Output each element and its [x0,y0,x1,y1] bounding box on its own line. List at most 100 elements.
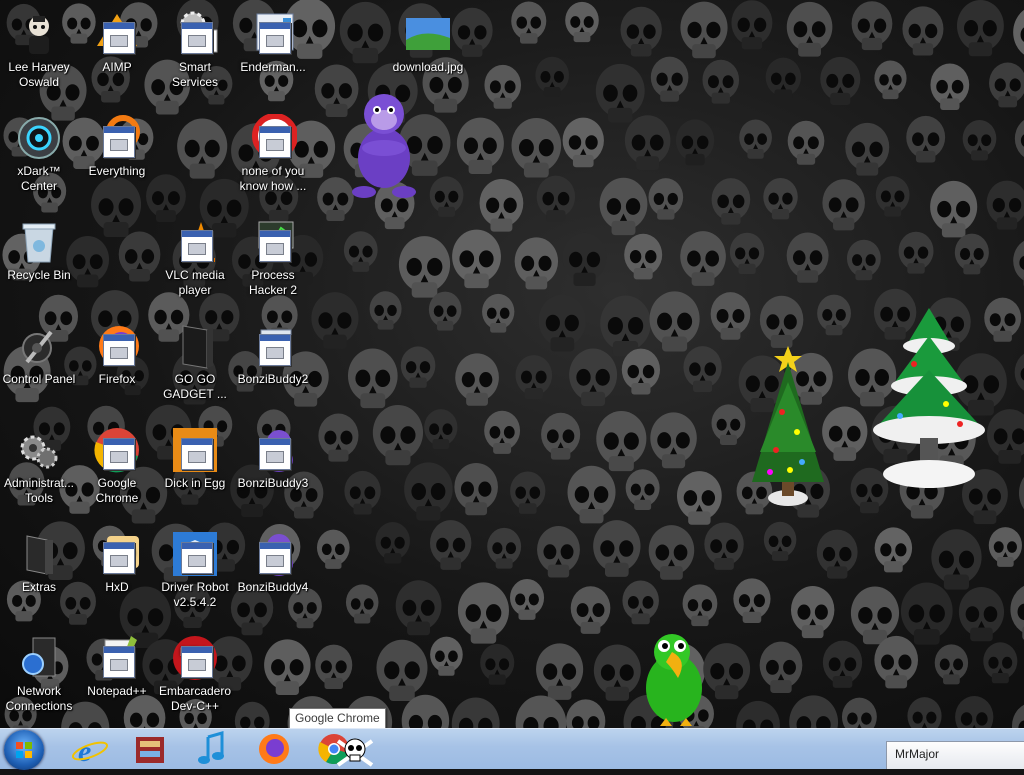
notepad-icon [93,634,141,682]
gears-icon [171,10,219,58]
desktop-icon-none-of-you-know-how[interactable]: none of you know how ... [234,110,312,194]
skull-shape [650,412,697,468]
desktop-icon-recycle-bin[interactable]: Recycle Bin [0,214,78,283]
desktop-icon-network-connections[interactable]: Network Connections [0,630,78,714]
skull-shape [730,233,764,274]
desktop-icon-dick-in-egg[interactable]: e Dick in Egg [156,422,234,491]
skull-shape [510,471,545,513]
desktop-icon-google-chrome[interactable]: Google Chrome [78,422,156,506]
speaker-orb-icon [15,114,63,162]
desktop-icon-enderman[interactable]: Enderman... [234,6,312,75]
windows-logo-icon [4,730,44,770]
skull-shape [955,234,989,275]
skull-shape [823,641,862,688]
skull-shape [766,58,801,100]
admin-gears-icon [15,426,63,474]
desktop-icon-process-hacker-2[interactable]: Process Hacker 2 [234,214,312,298]
monitor-icon [249,218,297,266]
skull-shape [317,530,350,569]
desktop-icon-bonzibuddy3[interactable]: BonziBuddy3 [234,422,312,491]
desktop-icon-bonzibuddy2[interactable]: BonziBuddy2 [234,318,312,387]
skull-shape [1013,238,1024,287]
skull-shape [875,527,912,572]
start-button[interactable] [4,730,44,770]
skull-shape [817,530,858,579]
desktop-icon-download-jpg[interactable]: download.jpg [389,6,467,75]
firefox-icon [93,322,141,370]
desktop-icon-everything[interactable]: Everything [78,110,156,179]
desktop-icon-administrative-tools[interactable]: Administrat... Tools [0,422,78,506]
skull-shape [457,118,504,174]
skull-shape [733,578,770,623]
taskbar-button-firefox[interactable] [248,731,300,767]
skull-shape [264,639,310,695]
taskbar: e [0,728,1024,769]
desktop-icon-go-go-gadget[interactable]: GO GO GADGET ... [156,318,234,402]
icon-label: Network Connections [0,684,78,714]
skull-shape [852,1,893,50]
skull-shape [983,642,1017,683]
skull-shape [787,2,833,57]
skull-shape [484,411,520,454]
desktop-icon-xdark-center[interactable]: xDark™ Center [0,110,78,194]
skull-shape [935,644,968,684]
desktop-icon-hxd[interactable]: D HxD [78,526,156,595]
taskbar-button-internet-explorer[interactable]: e [64,731,116,767]
desktop-icon-dev-cpp[interactable]: DEV+ Embarcadero Dev-C++ [156,630,234,714]
skull-shape [344,471,380,515]
skull-shape [454,463,498,515]
christmas-tree-large-sprite[interactable] [856,306,1002,492]
skull-shape [1015,117,1024,165]
desktop-icon-notepad-plus-plus[interactable]: Notepad++ [78,630,156,699]
icon-label: xDark™ Center [0,164,78,194]
icon-label: AIMP [78,60,156,75]
skull-shape [626,469,660,510]
icon-label: Recycle Bin [0,268,78,283]
skull-shape [452,230,501,289]
shield-app-icon [171,530,219,578]
desktop-icon-smart-services[interactable]: Smart Services [156,6,234,90]
aimp-icon [93,10,141,58]
icon-label: download.jpg [389,60,467,75]
skull-shape [480,179,524,232]
bonzi-buddy-sprite[interactable] [344,88,424,200]
skull-shape [650,291,700,351]
skull-shape [600,178,648,235]
icon-label: Extras [0,580,78,595]
taskbar-button-music-app[interactable] [186,731,238,767]
skull-shape [842,698,877,728]
hxd-icon: D [93,530,141,578]
skull-shape [536,643,583,700]
skull-shape [739,120,772,159]
desktop-icon-driver-robot[interactable]: Driver Robot v2.5.4.2 [156,526,234,610]
svg-text:e: e [78,735,91,767]
search-ring-icon [93,114,141,162]
christmas-tree-small-sprite[interactable] [742,342,834,508]
desktop-icon-bonzibuddy4[interactable]: BonziBuddy4 [234,526,312,595]
parrot-sprite[interactable] [636,630,710,732]
skull-shape [452,697,500,728]
desktop-icon-aimp[interactable]: AIMP [78,6,156,75]
black-box-icon [171,322,219,370]
icon-label: none of you know how ... [234,164,312,194]
desktop-icon-control-panel[interactable]: Control Panel [0,318,78,387]
desktop-icon-extras[interactable]: Extras [0,526,78,595]
desktop-icon-lee-harvey-oswald[interactable]: Lee Harvey Oswald [0,6,78,90]
skull-shape [429,292,462,331]
skull-shape [901,583,953,645]
skull-shape [760,296,803,348]
icon-label: Dick in Egg [156,476,234,491]
desktop-icon-firefox[interactable]: Firefox [78,318,156,387]
notification-popup[interactable]: MrMajor [886,741,1024,769]
skull-shape [593,520,640,577]
skull-shape [311,292,358,349]
icon-label: Enderman... [234,60,312,75]
skull-shape [430,176,464,216]
folder-black-icon [15,530,63,578]
desktop-icon-vlc-media-player[interactable]: VLC media player [156,214,234,298]
skull-shape [680,231,726,286]
icon-label: Driver Robot v2.5.4.2 [156,580,234,610]
window-icon [249,322,297,370]
network-icon [15,634,63,682]
taskbar-button-archive-app[interactable] [124,731,176,767]
